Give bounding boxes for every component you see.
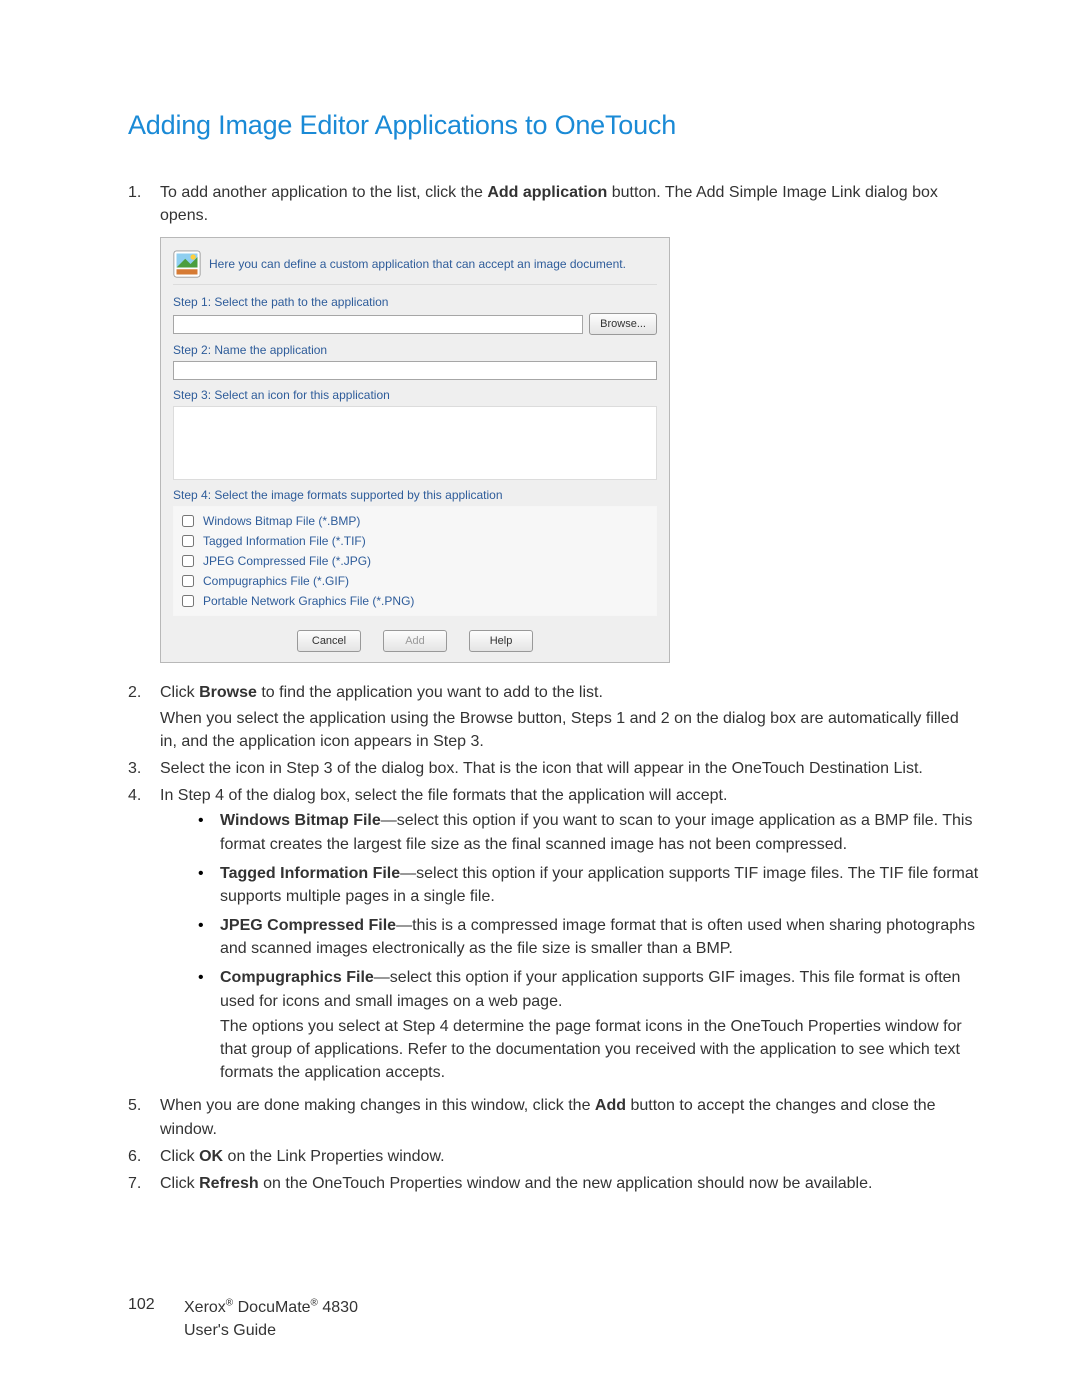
dialog-step2-label: Step 2: Name the application <box>173 343 657 357</box>
browse-button[interactable]: Browse... <box>589 313 657 335</box>
add-simple-image-link-dialog: Here you can define a custom application… <box>160 237 670 663</box>
step-1: 1. To add another application to the lis… <box>128 181 980 227</box>
format-png-checkbox[interactable] <box>182 595 194 607</box>
format-gif-checkbox[interactable] <box>182 575 194 587</box>
dialog-step3-label: Step 3: Select an icon for this applicat… <box>173 388 657 402</box>
application-path-input[interactable] <box>173 315 583 334</box>
file-format-list: Windows Bitmap File (*.BMP) Tagged Infor… <box>173 506 657 616</box>
dialog-step1-label: Step 1: Select the path to the applicati… <box>173 295 657 309</box>
footer-guide: User's Guide <box>184 1322 276 1339</box>
registered-icon: ® <box>311 1297 318 1308</box>
numbered-steps-cont: 2. Click Browse to find the application … <box>128 681 980 1195</box>
bullet-bmp-bold: Windows Bitmap File <box>220 812 381 829</box>
bullet-gif-bold: Compugraphics File <box>220 969 374 986</box>
page-title: Adding Image Editor Applications to OneT… <box>128 110 980 141</box>
footer-model: 4830 <box>318 1299 358 1316</box>
page-number: 102 <box>128 1296 160 1342</box>
step-3-number: 3. <box>128 757 160 780</box>
step-1-text-pre: To add another application to the list, … <box>160 184 487 201</box>
step-3: 3. Select the icon in Step 3 of the dial… <box>128 757 980 780</box>
bullet-tif-bold: Tagged Information File <box>220 865 400 882</box>
format-png-label: Portable Network Graphics File (*.PNG) <box>203 594 414 608</box>
format-jpg-checkbox[interactable] <box>182 555 194 567</box>
dialog-step4-label: Step 4: Select the image formats support… <box>173 488 657 502</box>
format-tif[interactable]: Tagged Information File (*.TIF) <box>178 531 652 551</box>
step-6: 6. Click OK on the Link Properties windo… <box>128 1145 980 1168</box>
icon-selection-box[interactable] <box>173 406 657 480</box>
bullet-icon: • <box>198 862 220 908</box>
format-png[interactable]: Portable Network Graphics File (*.PNG) <box>178 591 652 611</box>
format-gif-label: Compugraphics File (*.GIF) <box>203 574 349 588</box>
footer-brand-2: DocuMate <box>233 1299 310 1316</box>
step-2-line1-post: to find the application you want to add … <box>257 684 603 701</box>
step-7-bold: Refresh <box>199 1175 259 1192</box>
step-1-bold: Add application <box>487 184 607 201</box>
step-4-number: 4. <box>128 784 160 1090</box>
application-name-input[interactable] <box>173 361 657 380</box>
step-3-text: Select the icon in Step 3 of the dialog … <box>160 757 980 780</box>
format-tif-checkbox[interactable] <box>182 535 194 547</box>
step-7-post: on the OneTouch Properties window and th… <box>259 1175 873 1192</box>
step-2-number: 2. <box>128 681 160 753</box>
step-6-bold: OK <box>199 1148 223 1165</box>
format-tif-label: Tagged Information File (*.TIF) <box>203 534 366 548</box>
format-bmp[interactable]: Windows Bitmap File (*.BMP) <box>178 511 652 531</box>
step-2-line2: When you select the application using th… <box>160 707 980 753</box>
numbered-steps: 1. To add another application to the lis… <box>128 181 980 227</box>
format-jpg[interactable]: JPEG Compressed File (*.JPG) <box>178 551 652 571</box>
bullet-icon: • <box>198 914 220 960</box>
step-4-para: The options you select at Step 4 determi… <box>220 1015 980 1085</box>
format-bmp-checkbox[interactable] <box>182 515 194 527</box>
step-7-number: 7. <box>128 1172 160 1195</box>
step-5-number: 5. <box>128 1094 160 1140</box>
step-5: 5. When you are done making changes in t… <box>128 1094 980 1140</box>
bullet-icon: • <box>198 966 220 1084</box>
image-application-icon <box>173 250 201 278</box>
format-jpg-label: JPEG Compressed File (*.JPG) <box>203 554 371 568</box>
add-button[interactable]: Add <box>383 630 447 652</box>
step-6-pre: Click <box>160 1148 199 1165</box>
bullet-jpg: • JPEG Compressed File—this is a compres… <box>198 914 980 960</box>
bullet-jpg-bold: JPEG Compressed File <box>220 917 396 934</box>
step-4-text: In Step 4 of the dialog box, select the … <box>160 787 727 804</box>
bullet-tif: • Tagged Information File—select this op… <box>198 862 980 908</box>
step-2-line1-pre: Click <box>160 684 199 701</box>
format-bmp-label: Windows Bitmap File (*.BMP) <box>203 514 360 528</box>
bullet-gif: • Compugraphics File—select this option … <box>198 966 980 1084</box>
step-1-number: 1. <box>128 181 160 227</box>
dialog-header-text: Here you can define a custom application… <box>209 257 626 272</box>
footer-brand-1: Xerox <box>184 1299 226 1316</box>
step-4: 4. In Step 4 of the dialog box, select t… <box>128 784 980 1090</box>
bullet-icon: • <box>198 809 220 855</box>
page-footer: 102 Xerox® DocuMate® 4830 User's Guide <box>128 1296 358 1342</box>
step-7: 7. Click Refresh on the OneTouch Propert… <box>128 1172 980 1195</box>
cancel-button[interactable]: Cancel <box>297 630 361 652</box>
bullet-bmp: • Windows Bitmap File—select this option… <box>198 809 980 855</box>
help-button[interactable]: Help <box>469 630 533 652</box>
step-6-post: on the Link Properties window. <box>223 1148 444 1165</box>
format-gif[interactable]: Compugraphics File (*.GIF) <box>178 571 652 591</box>
step-2: 2. Click Browse to find the application … <box>128 681 980 753</box>
step-2-bold: Browse <box>199 684 257 701</box>
step-6-number: 6. <box>128 1145 160 1168</box>
step-5-bold: Add <box>595 1097 626 1114</box>
step-7-pre: Click <box>160 1175 199 1192</box>
step-5-pre: When you are done making changes in this… <box>160 1097 595 1114</box>
